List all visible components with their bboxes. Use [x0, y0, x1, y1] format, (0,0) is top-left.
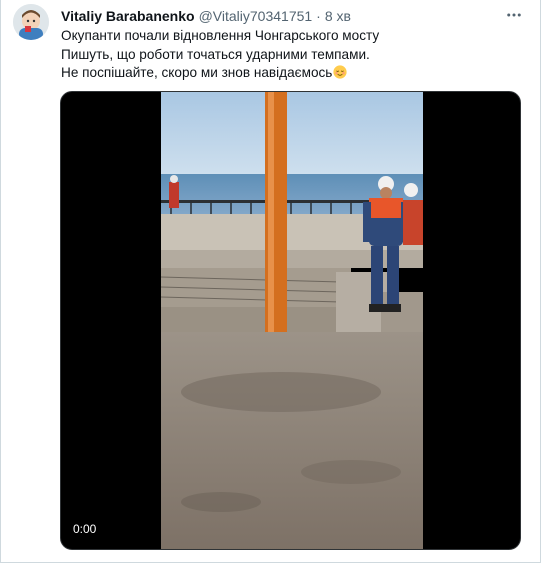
tweet-text-line-1: Окупанти почали відновлення Чонгарського…: [61, 28, 380, 43]
tweet-header: Vitaliy Barabanenko @Vitaliy70341751 · 8…: [61, 6, 500, 26]
separator-dot: ·: [316, 8, 321, 24]
video-frame: [161, 92, 423, 549]
tweet-timestamp[interactable]: 8 хв: [325, 8, 351, 24]
more-horizontal-icon: [507, 13, 521, 17]
tweet-text-line-3-text: Не поспішайте, скоро ми знов навідаємось: [61, 65, 333, 80]
more-button[interactable]: [502, 5, 526, 25]
tweet-card[interactable]: Vitaliy Barabanenko @Vitaliy70341751 · 8…: [0, 0, 541, 563]
video-thumbnail: [161, 92, 423, 549]
tweet-text-line-2: Пишуть, що роботи точаться ударними темп…: [61, 46, 370, 62]
tweet-text-line-3: Не поспішайте, скоро ми знов навідаємось: [61, 64, 520, 83]
avatar-image: [13, 4, 49, 40]
author-handle[interactable]: @Vitaliy70341751: [199, 8, 313, 24]
author-avatar[interactable]: [13, 4, 49, 40]
author-display-name[interactable]: Vitaliy Barabanenko: [61, 8, 195, 24]
video-time-display: 0:00: [73, 522, 97, 536]
tweet-text: Окупанти почали відновлення Чонгарського…: [61, 27, 520, 83]
video-player[interactable]: 0:00: [60, 91, 521, 550]
relieved-face-emoji: [333, 65, 348, 79]
